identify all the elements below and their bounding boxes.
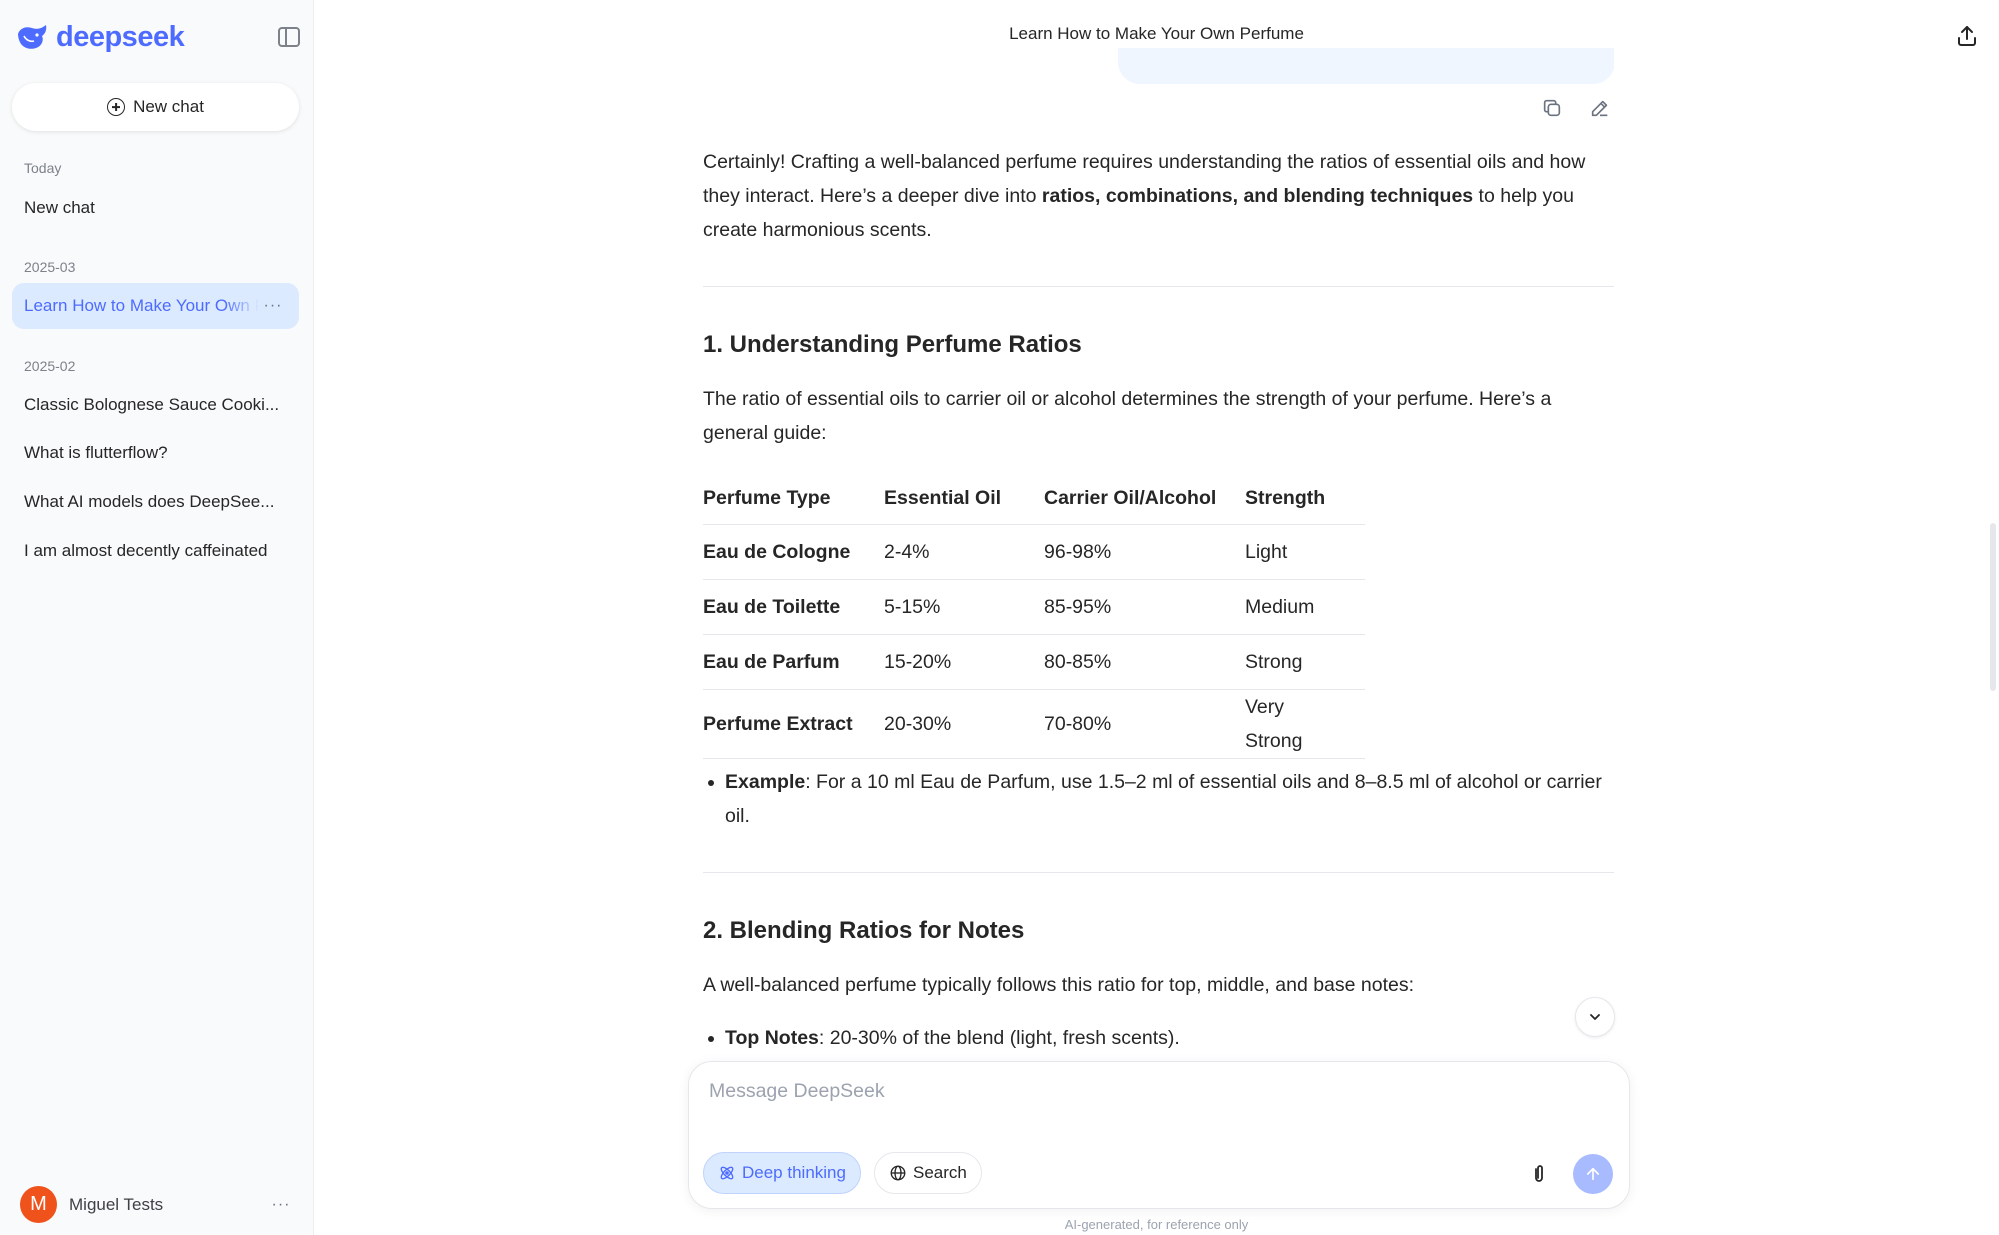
list-item-text: : For a 10 ml Eau de Parfum, use 1.5–2 m…: [725, 771, 1602, 827]
ratio-table: Perfume Type Essential Oil Carrier Oil/A…: [703, 472, 1365, 759]
search-toggle[interactable]: Search: [874, 1152, 982, 1194]
history-item[interactable]: Classic Bolognese Sauce Cooki...: [12, 382, 299, 428]
edit-icon[interactable]: [1589, 97, 1611, 119]
intro-bold: ratios, combinations, and blending techn…: [1041, 185, 1474, 207]
history-item-active[interactable]: Learn How to Make Your Own Perfume ···: [12, 283, 299, 329]
user-message-bubble: [1118, 48, 1614, 84]
table-cell: Strong: [1245, 634, 1365, 690]
table-cell: Light: [1245, 524, 1365, 580]
list-item: Top Notes: 20-30% of the blend (light, f…: [708, 1021, 1614, 1055]
table-cell: 70-80%: [1044, 689, 1245, 759]
table-row: Eau de Cologne 2-4% 96-98% Light: [703, 524, 1365, 580]
section-heading: 1. Understanding Perfume Ratios: [703, 331, 1082, 358]
history-item-label: New chat: [24, 198, 95, 217]
list-item-label: Example: [725, 771, 806, 793]
ai-disclaimer: AI-generated, for reference only: [1064, 1217, 1249, 1232]
column-header: Perfume Type: [703, 472, 884, 525]
user-more-icon[interactable]: ···: [267, 1196, 295, 1214]
atom-icon: [720, 1166, 734, 1180]
plus-circle-icon: [107, 98, 126, 116]
history-item-label: What AI models does DeepSee...: [24, 492, 275, 511]
chat-content: Certainly! Crafting a well-balanced perf…: [703, 0, 1614, 1060]
table-cell: Perfume Extract: [703, 689, 884, 759]
deep-thinking-toggle[interactable]: Deep thinking: [703, 1152, 861, 1194]
history-group-label: 2025-02: [24, 358, 76, 374]
history-item-label: What is flutterflow?: [24, 443, 168, 462]
history-item[interactable]: I am almost decently caffeinated: [12, 528, 299, 574]
logo-text: deepseek: [56, 20, 185, 53]
globe-icon: [890, 1165, 906, 1181]
table-cell: Eau de Parfum: [703, 634, 884, 690]
history-item-label: Classic Bolognese Sauce Cooki...: [24, 395, 280, 414]
assistant-intro: Certainly! Crafting a well-balanced perf…: [703, 145, 1614, 247]
history-item-label: I am almost decently caffeinated: [24, 541, 268, 560]
more-options-icon[interactable]: ···: [259, 297, 287, 315]
history-group-label: Today: [24, 160, 62, 176]
list-item-label: Top Notes: [725, 1027, 819, 1049]
column-header: Carrier Oil/Alcohol: [1044, 472, 1245, 525]
section-body: A well-balanced perfume typically follow…: [703, 974, 1415, 996]
column-header: Essential Oil: [884, 472, 1044, 525]
table-cell: 96-98%: [1044, 524, 1245, 580]
divider: [703, 872, 1614, 873]
table-row: Eau de Parfum 15-20% 80-85% Strong: [703, 634, 1365, 690]
chevron-down-icon: [1590, 1014, 1600, 1020]
table-row: Eau de Toilette 5-15% 85-95% Medium: [703, 579, 1365, 635]
avatar: M: [20, 1186, 57, 1223]
table-row: Perfume Extract 20-30% 70-80% Very Stron…: [703, 689, 1365, 759]
new-chat-label: New chat: [133, 97, 204, 116]
section-heading: 2. Blending Ratios for Notes: [703, 917, 1025, 944]
sidebar: deepseek New chat Today New chat 2025-03…: [0, 0, 314, 1235]
table-cell: Eau de Cologne: [703, 524, 884, 580]
deep-thinking-label: Deep thinking: [742, 1163, 846, 1182]
share-icon[interactable]: [1955, 24, 1979, 48]
table-cell: 85-95%: [1044, 579, 1245, 635]
divider: [703, 286, 1614, 287]
table-cell: 20-30%: [884, 689, 1044, 759]
table-cell: 80-85%: [1044, 634, 1245, 690]
table-cell: 2-4%: [884, 524, 1044, 580]
column-header: Strength: [1245, 472, 1365, 525]
history-item[interactable]: What is flutterflow?: [12, 430, 299, 476]
list-item: Example: For a 10 ml Eau de Parfum, use …: [708, 765, 1614, 833]
user-name: Miguel Tests: [69, 1194, 164, 1214]
sidebar-toggle-icon[interactable]: [278, 27, 300, 47]
table-cell: 15-20%: [884, 634, 1044, 690]
user-profile[interactable]: M Miguel Tests ···: [20, 1186, 295, 1223]
arrow-up-icon: [1586, 1167, 1600, 1181]
history-item[interactable]: New chat: [12, 185, 299, 231]
scrollbar-thumb[interactable]: [1990, 523, 1996, 691]
table-cell: Very Strong: [1245, 689, 1365, 759]
send-button[interactable]: [1573, 1154, 1613, 1194]
message-actions: [1541, 97, 1611, 119]
history-group-label: 2025-03: [24, 259, 76, 275]
new-chat-button[interactable]: New chat: [12, 83, 299, 131]
history-item-label: Learn How to Make Your Own Perfume: [24, 296, 259, 315]
table-cell: 5-15%: [884, 579, 1044, 635]
history-item[interactable]: What AI models does DeepSee...: [12, 479, 299, 525]
whale-logo-icon: [18, 25, 47, 49]
table-cell: Medium: [1245, 579, 1365, 635]
search-label: Search: [913, 1163, 967, 1182]
list-item-text: : 20-30% of the blend (light, fresh scen…: [818, 1027, 1180, 1049]
scroll-to-bottom-button[interactable]: [1575, 997, 1615, 1037]
table-cell: Eau de Toilette: [703, 579, 884, 635]
paperclip-icon[interactable]: [1527, 1162, 1551, 1186]
copy-icon[interactable]: [1541, 97, 1563, 119]
deepseek-logo[interactable]: deepseek: [16, 20, 185, 54]
message-input[interactable]: [709, 1080, 1589, 1136]
section-body: The ratio of essential oils to carrier o…: [703, 388, 1552, 444]
message-composer: Deep thinking Search: [688, 1061, 1630, 1209]
table-header-row: Perfume Type Essential Oil Carrier Oil/A…: [703, 472, 1365, 525]
